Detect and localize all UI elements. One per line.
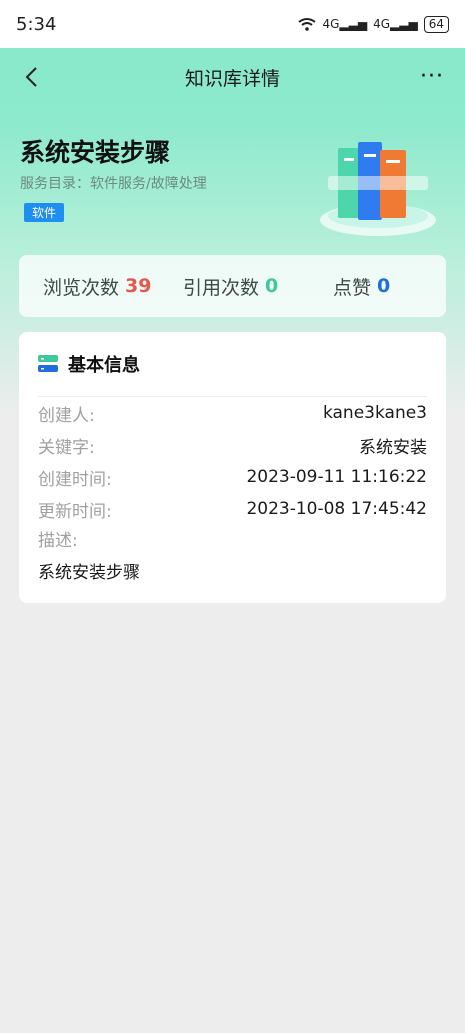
stat-likes[interactable]: 点赞 0 [333, 273, 390, 300]
battery-icon: 64 [423, 15, 449, 33]
stat-citations: 引用次数 0 [183, 273, 333, 300]
keyword-row: 关键字: 系统安装 [38, 429, 427, 461]
likes-label: 点赞 [333, 276, 372, 299]
description-value: 系统安装步骤 [38, 563, 140, 583]
basic-info-card: 基本信息 创建人: kane3kane3 关键字: 系统安装 创建时间: 202… [19, 332, 446, 603]
description-label: 描述: [38, 531, 78, 551]
created-row: 创建时间: 2023-09-11 11:16:22 [38, 461, 427, 493]
status-time: 5:34 [16, 13, 57, 35]
views-label: 浏览次数 [43, 276, 120, 299]
nav-bar: 知识库详情 ··· [0, 48, 465, 106]
status-bar: 5:34 4G▂▃▅ 4G▂▃▅ 64 [0, 0, 465, 48]
card-title: 基本信息 [68, 355, 140, 376]
creator-row: 创建人: kane3kane3 [38, 397, 427, 429]
card-header: 基本信息 [38, 332, 427, 397]
stats-bar: 浏览次数 39 引用次数 0 点赞 0 [19, 255, 446, 317]
wifi-icon [298, 18, 317, 31]
books-illustration-icon [320, 142, 436, 236]
network-label: 4G [322, 17, 340, 31]
status-icons: 4G▂▃▅ 4G▂▃▅ 64 [298, 15, 449, 33]
category-tag: 软件 [24, 203, 65, 222]
network-label-2: 4G [373, 17, 391, 31]
signal-2-icon: 4G▂▃▅ [373, 17, 418, 31]
cites-label: 引用次数 [183, 276, 260, 299]
back-arrow-icon[interactable] [18, 62, 48, 92]
battery-level: 64 [428, 16, 444, 31]
kb-catalog: 服务目录：软件服务/故障处理 [20, 176, 207, 192]
stat-views: 浏览次数 39 [43, 273, 183, 300]
creator-label: 创建人: [38, 405, 95, 426]
page-title: 知识库详情 [184, 67, 280, 90]
signal-1-icon: 4G▂▃▅ [322, 17, 368, 31]
more-options-icon[interactable]: ··· [417, 62, 447, 92]
keyword-value: 系统安装 [359, 437, 427, 458]
updated-value: 2023-10-08 17:45:42 [246, 499, 427, 519]
keyword-label: 关键字: [38, 437, 95, 458]
views-count: 39 [125, 275, 152, 297]
creator-value: kane3kane3 [322, 403, 427, 423]
cites-count: 0 [265, 275, 279, 297]
created-label: 创建时间: [38, 469, 112, 490]
updated-label: 更新时间: [38, 501, 112, 522]
updated-row: 更新时间: 2023-10-08 17:45:42 [38, 493, 427, 525]
kb-title: 系统安装步骤 [20, 138, 171, 167]
likes-count: 0 [377, 275, 391, 297]
server-list-icon [38, 355, 58, 372]
created-value: 2023-09-11 11:16:22 [246, 467, 427, 487]
